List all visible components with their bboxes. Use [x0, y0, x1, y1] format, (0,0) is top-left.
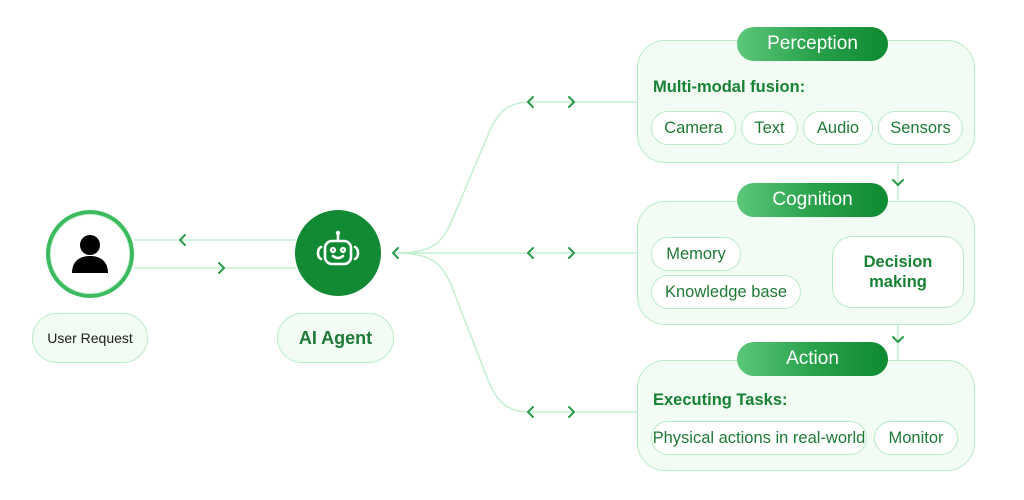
branch-to-perception [394, 101, 638, 254]
perception-header: Perception [737, 27, 888, 61]
branch-to-action [394, 252, 638, 413]
agent-node[interactable] [295, 210, 381, 296]
user-request-label-pill: User Request [32, 313, 148, 363]
user-icon [72, 235, 108, 273]
chip-audio: Audio [803, 111, 873, 145]
chip-knowledge-base: Knowledge base [651, 275, 801, 309]
decision-making-box: Decision making [832, 236, 964, 308]
chip-physical-actions: Physical actions in real-world [651, 421, 867, 455]
chip-text: Text [741, 111, 798, 145]
user-node[interactable] [46, 210, 134, 298]
action-header: Action [737, 342, 888, 376]
chip-monitor: Monitor [874, 421, 958, 455]
ai-agent-label-pill: AI Agent [277, 313, 394, 363]
user-request-label: User Request [47, 330, 133, 346]
chip-sensors: Sensors [878, 111, 963, 145]
ai-agent-label: AI Agent [298, 327, 373, 348]
chip-camera: Camera [651, 111, 736, 145]
decision-line-2: making [869, 273, 927, 291]
chip-memory: Memory [651, 237, 741, 271]
cognition-header: Cognition [737, 183, 888, 217]
robot-icon [316, 230, 360, 266]
action-subtitle: Executing Tasks: [653, 391, 788, 409]
perception-subtitle: Multi-modal fusion: [653, 78, 806, 96]
decision-line-1: Decision [863, 253, 933, 271]
